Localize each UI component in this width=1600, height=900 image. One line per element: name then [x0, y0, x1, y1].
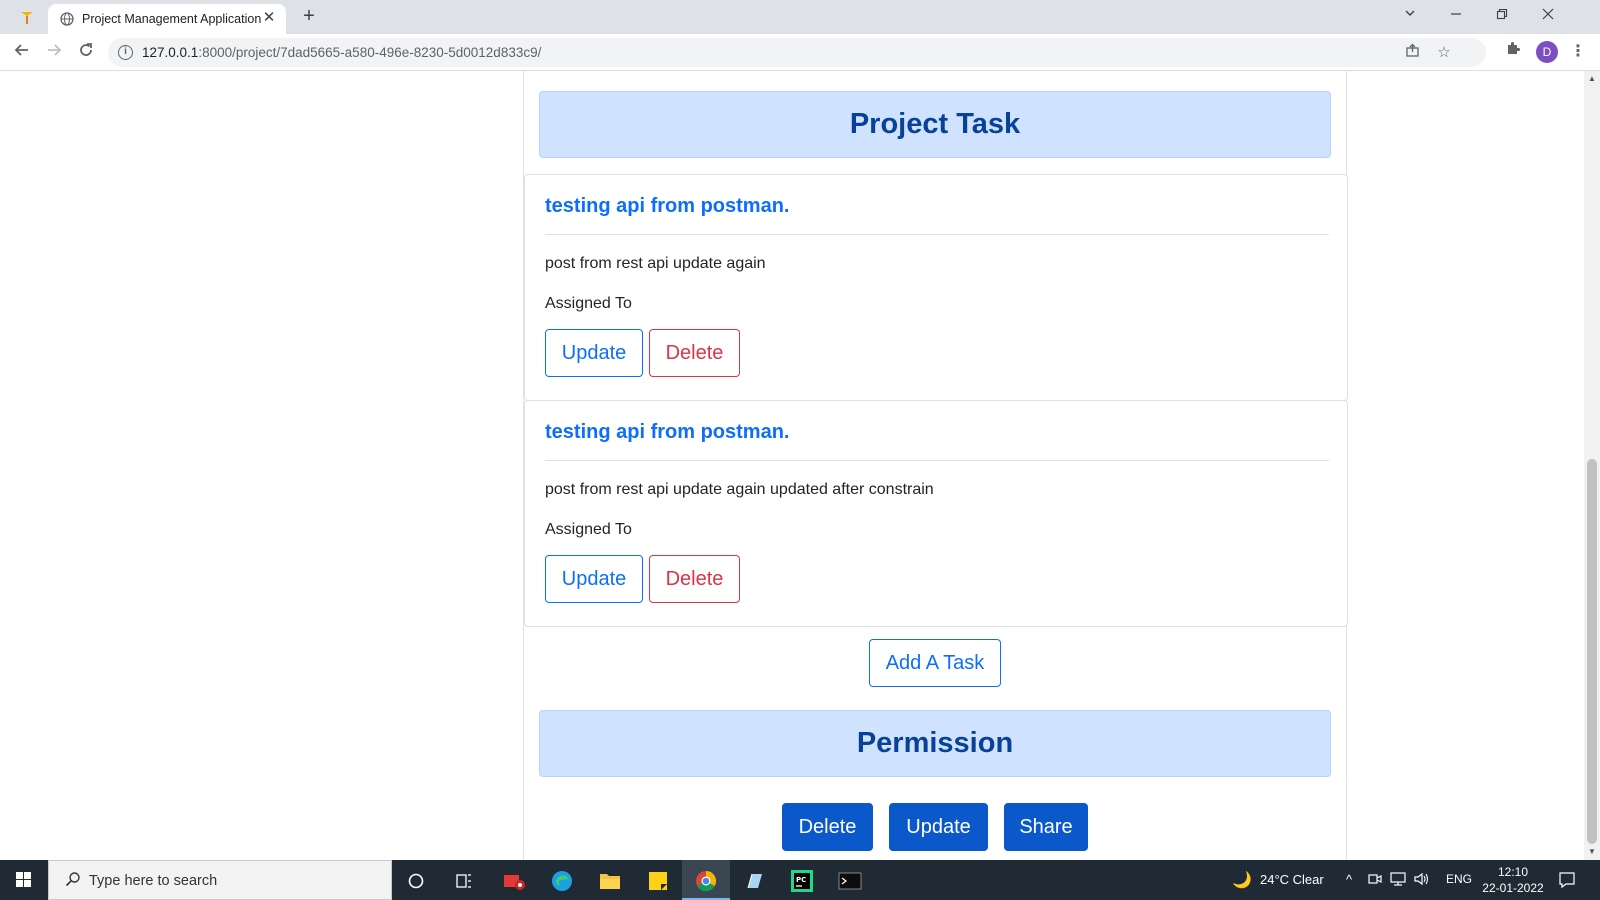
- task-assigned-to: Assigned To: [545, 295, 632, 312]
- task-description: post from rest api update again updated …: [545, 481, 934, 498]
- url-text: 127.0.0.1:8000/project/7dad5665-a580-496…: [142, 45, 542, 60]
- task-card: testing api from postman. post from rest…: [524, 400, 1348, 627]
- screen-recorder-app-icon[interactable]: [490, 860, 538, 900]
- chrome-browser-icon[interactable]: [682, 860, 730, 900]
- notification-center-icon[interactable]: [1558, 871, 1576, 892]
- task-divider: [545, 460, 1329, 461]
- globe-icon: [60, 12, 74, 26]
- clock-time: 12:10: [1497, 865, 1529, 879]
- share-icon[interactable]: [1402, 43, 1422, 63]
- system-clock[interactable]: 12:10 22-01-2022: [1478, 864, 1548, 896]
- app-favicon-icon: [18, 8, 36, 26]
- task-view-icon[interactable]: [440, 860, 488, 900]
- project-task-header: Project Task: [539, 91, 1331, 158]
- minimize-icon[interactable]: [1444, 5, 1468, 27]
- permission-delete-button[interactable]: Delete: [782, 803, 873, 851]
- windows-start-icon[interactable]: [0, 860, 48, 900]
- language-indicator[interactable]: ENG: [1446, 872, 1472, 886]
- main-container: Project Task testing api from postman. p…: [523, 71, 1348, 860]
- site-info-icon[interactable]: i: [118, 45, 133, 60]
- search-icon: [63, 871, 83, 891]
- cortana-icon[interactable]: [392, 860, 440, 900]
- meet-now-icon[interactable]: [1368, 872, 1382, 889]
- close-window-icon[interactable]: [1536, 5, 1560, 27]
- reload-icon[interactable]: [74, 40, 98, 64]
- extensions-puzzle-icon[interactable]: [1502, 40, 1524, 62]
- search-placeholder: Type here to search: [89, 873, 218, 889]
- browser-tab[interactable]: Project Management Application ✕: [48, 4, 286, 34]
- page-scrollbar[interactable]: ▲ ▼: [1584, 71, 1600, 860]
- windows-taskbar: Type here to search PC 🌙 24°C Clear ^ EN…: [0, 860, 1600, 900]
- edge-browser-icon[interactable]: [538, 860, 586, 900]
- moon-weather-icon: 🌙: [1232, 872, 1252, 889]
- permission-header: Permission: [539, 710, 1331, 777]
- task-update-button[interactable]: Update: [545, 555, 643, 603]
- bookmark-star-icon[interactable]: ☆: [1434, 43, 1454, 63]
- task-title: testing api from postman.: [545, 195, 790, 217]
- permission-share-button[interactable]: Share: [1004, 803, 1088, 851]
- clock-date: 22-01-2022: [1482, 881, 1544, 895]
- volume-icon[interactable]: [1414, 872, 1430, 889]
- notepad-app-icon[interactable]: [730, 860, 778, 900]
- svg-text:PC: PC: [796, 876, 806, 884]
- scroll-up-arrow-icon[interactable]: ▲: [1588, 75, 1596, 83]
- weather-text[interactable]: 24°C Clear: [1260, 872, 1324, 887]
- tab-title: Project Management Application: [82, 12, 262, 26]
- restore-icon[interactable]: [1490, 5, 1514, 27]
- address-bar[interactable]: i 127.0.0.1:8000/project/7dad5665-a580-4…: [108, 38, 1486, 67]
- profile-avatar[interactable]: D: [1536, 41, 1558, 63]
- browser-menu-icon[interactable]: ⋮: [1570, 41, 1586, 63]
- chevron-up-icon[interactable]: ^: [1346, 872, 1352, 887]
- page-viewport: Project Task testing api from postman. p…: [0, 71, 1584, 860]
- tab-search-icon[interactable]: [1398, 5, 1422, 27]
- task-title: testing api from postman.: [545, 421, 790, 443]
- permission-update-button[interactable]: Update: [889, 803, 988, 851]
- browser-tab-bar: Project Management Application ✕ +: [0, 0, 1600, 34]
- taskbar-search-box[interactable]: Type here to search: [48, 860, 392, 900]
- task-delete-button[interactable]: Delete: [649, 329, 740, 377]
- task-assigned-to: Assigned To: [545, 521, 632, 538]
- browser-toolbar: i 127.0.0.1:8000/project/7dad5665-a580-4…: [0, 34, 1600, 71]
- tab-close-icon[interactable]: ✕: [260, 9, 278, 27]
- scroll-down-arrow-icon[interactable]: ▼: [1588, 848, 1596, 856]
- back-arrow-icon[interactable]: [10, 40, 34, 64]
- network-icon[interactable]: [1390, 872, 1406, 889]
- scrollbar-thumb[interactable]: [1587, 459, 1597, 844]
- sticky-notes-icon[interactable]: [634, 860, 682, 900]
- add-task-button[interactable]: Add A Task: [869, 639, 1001, 687]
- pycharm-icon[interactable]: PC: [778, 860, 826, 900]
- task-description: post from rest api update again: [545, 255, 766, 272]
- terminal-icon[interactable]: [826, 860, 874, 900]
- task-card: testing api from postman. post from rest…: [524, 174, 1348, 401]
- task-delete-button[interactable]: Delete: [649, 555, 740, 603]
- new-tab-button[interactable]: +: [298, 5, 320, 27]
- task-divider: [545, 234, 1329, 235]
- forward-arrow-icon[interactable]: [42, 40, 66, 64]
- file-explorer-icon[interactable]: [586, 860, 634, 900]
- task-update-button[interactable]: Update: [545, 329, 643, 377]
